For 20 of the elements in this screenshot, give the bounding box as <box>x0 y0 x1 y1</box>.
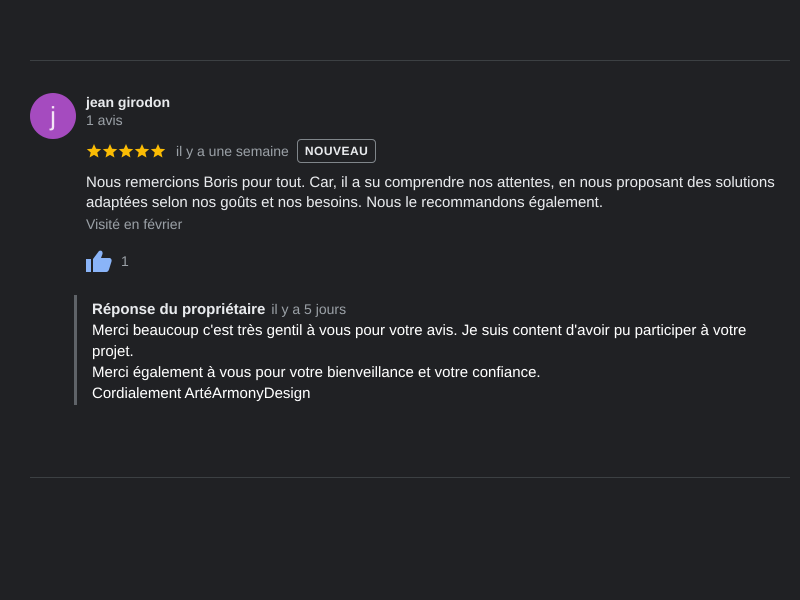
like-button[interactable] <box>86 250 112 272</box>
review-text: Nous remercions Boris pour tout. Car, il a su comprendre nos attentes, en nous proposant des solutions adaptées selon nos goûts et nos besoins. Nous le recommandons également. <box>86 173 776 213</box>
star-icon <box>150 143 166 159</box>
star-icon <box>102 143 118 159</box>
reply-title: Réponse du propriétaire <box>92 300 266 320</box>
star-icon <box>86 143 102 159</box>
reply-text: Merci beaucoup c'est très gentil à vous pour votre avis. Je suis content d'avoir pu participer à votre projet. <box>92 321 748 362</box>
star-icon <box>134 143 150 159</box>
new-badge: NOUVEAU <box>296 139 376 163</box>
review-time: il y a une semaine <box>176 143 289 159</box>
like-count: 1 <box>121 253 129 269</box>
author-name[interactable]: jean girodon <box>86 93 790 111</box>
thumbs-up-icon <box>86 250 112 272</box>
avatar[interactable]: j <box>30 93 76 139</box>
reply-text: Cordialement ArtéArmonyDesign <box>92 384 312 404</box>
review-count: 1 avis <box>86 111 124 129</box>
reply-text: Merci également à vous pour votre bienveillance et votre confiance. <box>92 363 542 383</box>
reply-time: il y a 5 jours <box>271 301 346 317</box>
star-icon <box>118 143 134 159</box>
visit-date: Visité en février <box>86 215 184 234</box>
